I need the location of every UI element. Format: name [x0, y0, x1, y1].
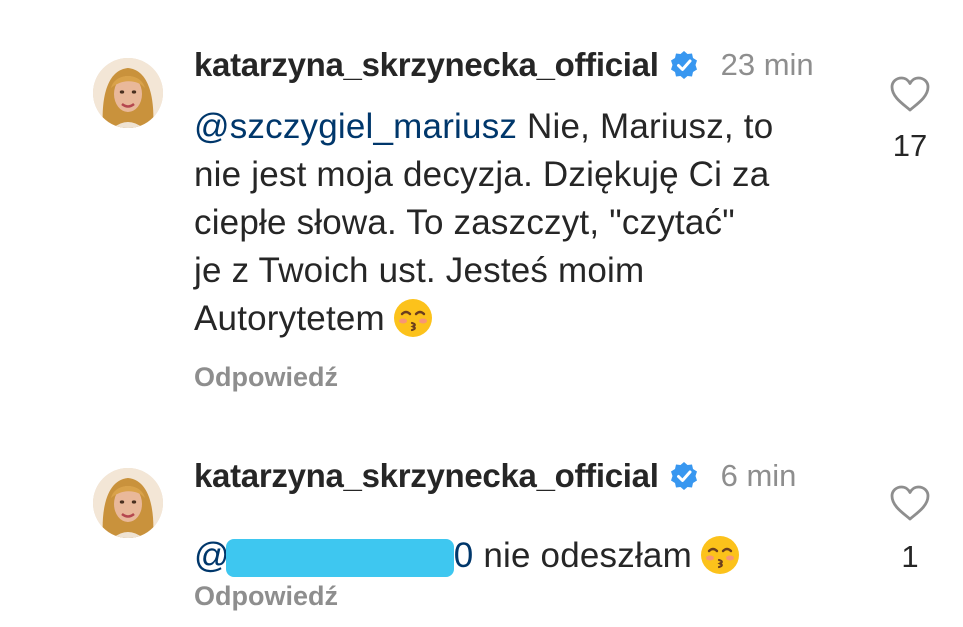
- like-count: 17: [892, 128, 928, 163]
- heart-outline-icon[interactable]: [889, 484, 931, 522]
- like-count: 1: [901, 539, 919, 574]
- comment-line: nie jest moja decyzja. Dziękuję Ci za: [194, 155, 770, 194]
- comment: katarzyna_skrzynecka_official 23 min @sz…: [0, 0, 963, 420]
- comment-line: ciepłe słowa. To zaszczyt, "czytać": [194, 203, 735, 242]
- comment-text-fragment: nie odeszłam: [473, 536, 692, 575]
- comment-line: je z Twoich ust. Jesteś moim: [194, 251, 645, 290]
- comment-text-fragment: Nie, Mariusz, to: [517, 107, 774, 146]
- reply-button[interactable]: Odpowiedź: [194, 581, 338, 612]
- username[interactable]: katarzyna_skrzynecka_official: [194, 46, 659, 84]
- mention-start: @: [194, 536, 230, 575]
- heart-outline-icon[interactable]: [889, 75, 931, 113]
- comment: katarzyna_skrzynecka_official 6 min @0 n…: [0, 420, 963, 627]
- comment-text-fragment: Autorytetem: [194, 299, 385, 338]
- verified-badge-icon: [669, 461, 699, 491]
- avatar[interactable]: [93, 468, 163, 538]
- comment-header: katarzyna_skrzynecka_official 23 min: [194, 46, 814, 84]
- reply-button[interactable]: Odpowiedź: [194, 362, 338, 393]
- redaction-scribble: [225, 538, 454, 577]
- comment-text: @szczygiel_mariusz Nie, Mariusz, to nie …: [194, 103, 874, 343]
- timestamp: 6 min: [720, 458, 797, 493]
- comment-line: @szczygiel_mariusz Nie, Mariusz, to: [194, 103, 874, 151]
- comment-text: @0 nie odeszłam: [194, 532, 874, 580]
- comment-header: katarzyna_skrzynecka_official 6 min: [194, 457, 796, 495]
- mention-link[interactable]: @0: [194, 536, 474, 577]
- verified-badge-icon: [669, 50, 699, 80]
- avatar[interactable]: [93, 58, 163, 128]
- timestamp: 23 min: [720, 47, 814, 82]
- mention-link[interactable]: @szczygiel_mariusz: [194, 107, 517, 146]
- kissing-face-emoji: [700, 535, 740, 575]
- mention-end: 0: [453, 536, 474, 575]
- kissing-face-emoji: [393, 298, 433, 338]
- username[interactable]: katarzyna_skrzynecka_official: [194, 457, 659, 495]
- comment-line: Autorytetem: [194, 295, 874, 343]
